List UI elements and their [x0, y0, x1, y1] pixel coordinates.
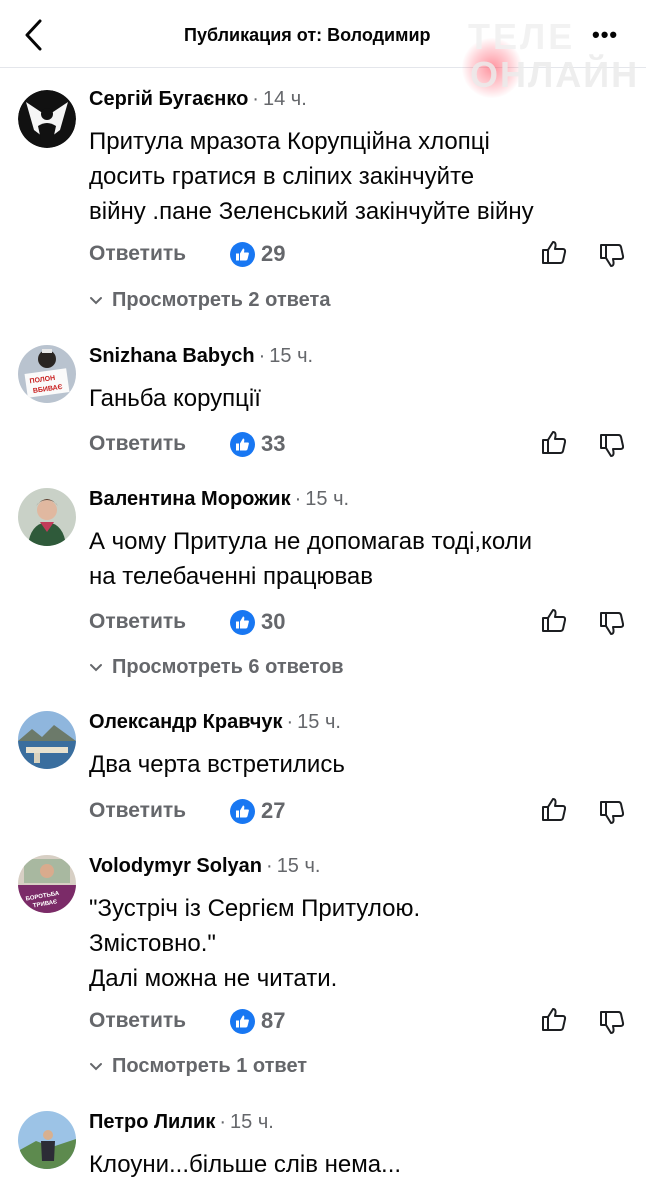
avatar[interactable]: [18, 1111, 76, 1169]
like-reaction-icon: [230, 799, 255, 824]
comment-actions: Ответить 29: [89, 238, 629, 272]
comment-item: БОРОТЬБА ТРИВАЄ Volodymyr Solyan · 15 ч. "…: [0, 855, 646, 1085]
comment-actions: Ответить 87: [89, 1005, 629, 1039]
author-name[interactable]: Петро Лилик: [89, 1111, 215, 1133]
avatar[interactable]: [18, 488, 76, 546]
author-name[interactable]: Олександр Кравчук: [89, 711, 282, 733]
comment-item: Петро Лилик · 15 ч. Клоуни...більше слів н…: [0, 1111, 646, 1200]
like-count[interactable]: 29: [261, 241, 285, 267]
author-name[interactable]: Сергій Бугаєнко: [89, 88, 248, 110]
comment-text: Клоуни...більше слів нема...: [89, 1147, 401, 1182]
avatar[interactable]: БОРОТЬБА ТРИВАЄ: [18, 855, 76, 913]
separator-dot: ·: [219, 1111, 227, 1133]
like-count[interactable]: 30: [261, 609, 285, 635]
comment-header: Петро Лилик · 15 ч.: [89, 1111, 274, 1134]
separator-dot: ·: [258, 345, 266, 367]
timestamp[interactable]: 14 ч.: [263, 88, 307, 110]
thumbs-down-icon[interactable]: [597, 797, 627, 827]
timestamp[interactable]: 15 ч.: [230, 1111, 274, 1133]
comment-line: досить гратися в сліпих закінчуйте: [89, 163, 475, 190]
comment-actions: Ответить 33: [89, 428, 629, 462]
chevron-down-icon: [89, 656, 103, 679]
like-count[interactable]: 87: [261, 1008, 285, 1034]
chevron-left-icon: [25, 19, 42, 51]
comment-line: Змістовно.": [89, 930, 216, 957]
author-name[interactable]: Валентина Морожик: [89, 488, 291, 510]
comment-header: Сергій Бугаєнко · 14 ч.: [89, 88, 307, 111]
comment-line: Далі можна не читати.: [89, 965, 338, 992]
timestamp[interactable]: 15 ч.: [305, 488, 349, 510]
timestamp[interactable]: 15 ч.: [297, 711, 341, 733]
view-replies-link[interactable]: Просмотреть 6 ответов: [89, 656, 344, 679]
comment-text: А чому Притула не допомагав тоді,коли на…: [89, 524, 532, 594]
comment-line: війну .пане Зеленський закінчуйте війну: [89, 198, 534, 225]
thumbs-down-icon[interactable]: [597, 608, 627, 638]
reply-button[interactable]: Ответить: [89, 242, 186, 266]
thumbs-up-icon[interactable]: [539, 606, 569, 636]
top-bar: Публикация от: Володимир ТЕЛЕ ОНЛАЙН •••: [0, 0, 646, 98]
timestamp[interactable]: 15 ч.: [277, 855, 321, 877]
back-button[interactable]: [18, 16, 52, 54]
view-replies-link[interactable]: Просмотреть 2 ответа: [89, 289, 330, 312]
comment-line: Ганьба корупції: [89, 385, 261, 412]
avatar[interactable]: ПОЛОН ВБИВАЄ: [18, 345, 76, 403]
comment-actions: Ответить 27: [89, 795, 629, 829]
separator-dot: ·: [294, 488, 302, 510]
comment-header: Валентина Морожик · 15 ч.: [89, 488, 349, 511]
like-reaction-icon: [230, 610, 255, 635]
avatar[interactable]: [18, 711, 76, 769]
comment-actions: Ответить 30: [89, 606, 629, 640]
comment-header: Snizhana Babych · 15 ч.: [89, 345, 313, 368]
comment-line: на телебаченні працював: [89, 563, 374, 590]
thumbs-up-icon[interactable]: [539, 1005, 569, 1035]
chevron-down-icon: [89, 1055, 103, 1078]
comment-line: А чому Притула не допомагав тоді,коли: [89, 528, 533, 555]
view-replies-label: Посмотреть 1 ответ: [112, 1055, 308, 1077]
comment-line: Клоуни...більше слів нема...: [89, 1151, 402, 1178]
author-name[interactable]: Snizhana Babych: [89, 345, 255, 367]
like-reaction-icon: [230, 1009, 255, 1034]
timestamp[interactable]: 15 ч.: [269, 345, 313, 367]
comment-line: Притула мразота Корупційна хлопці: [89, 128, 490, 155]
thumbs-down-icon[interactable]: [597, 1007, 627, 1037]
like-count[interactable]: 27: [261, 798, 285, 824]
reply-button[interactable]: Ответить: [89, 1009, 186, 1033]
like-count[interactable]: 33: [261, 431, 285, 457]
comment-text: Притула мразота Корупційна хлопці досить…: [89, 124, 534, 229]
comment-item: Валентина Морожик · 15 ч. А чому Притула н…: [0, 488, 646, 688]
channel-watermark: ТЕЛЕ ОНЛАЙН: [448, 6, 637, 98]
chevron-down-icon: [89, 289, 103, 312]
watermark-line-1: ТЕЛЕ: [468, 16, 576, 57]
thumbs-down-icon[interactable]: [597, 430, 627, 460]
page-title: Публикация от: Володимир: [184, 25, 431, 45]
comment-item: Сергій Бугаєнко · 14 ч. Притула мразота Ко…: [0, 88, 646, 318]
comment-text: Ганьба корупції: [89, 381, 261, 416]
comment-line: Два черта встретились: [89, 751, 345, 778]
separator-dot: ·: [266, 855, 273, 877]
thumbs-down-icon[interactable]: [597, 240, 627, 270]
view-replies-label: Просмотреть 6 ответов: [112, 656, 344, 678]
comment-header: Олександр Кравчук · 15 ч.: [89, 711, 341, 734]
reply-button[interactable]: Ответить: [89, 432, 186, 456]
like-reaction-icon: [230, 432, 255, 457]
comment-header: Volodymyr Solyan · 15 ч.: [89, 855, 320, 878]
thumbs-up-icon[interactable]: [539, 238, 569, 268]
separator-dot: ·: [286, 711, 294, 733]
thumbs-up-icon[interactable]: [539, 428, 569, 458]
author-name[interactable]: Volodymyr Solyan: [89, 855, 262, 877]
avatar[interactable]: [18, 90, 76, 148]
view-replies-label: Просмотреть 2 ответа: [112, 289, 331, 311]
comment-text: Два черта встретились: [89, 747, 345, 782]
view-replies-link[interactable]: Посмотреть 1 ответ: [89, 1055, 307, 1078]
like-reaction-icon: [230, 242, 255, 267]
more-options-button[interactable]: •••: [592, 22, 618, 48]
separator-dot: ·: [252, 88, 259, 110]
thumbs-up-icon[interactable]: [539, 795, 569, 825]
comment-item: Олександр Кравчук · 15 ч. Два черта встрет…: [0, 711, 646, 831]
comment-line: "Зустріч із Сергієм Притулою.: [89, 895, 421, 922]
comment-text: "Зустріч із Сергієм Притулою. Змістовно.…: [89, 891, 420, 996]
reply-button[interactable]: Ответить: [89, 610, 186, 634]
reply-button[interactable]: Ответить: [89, 799, 186, 823]
comment-item: ПОЛОН ВБИВАЄ Snizhana Babych · 15 ч. Ганьб…: [0, 345, 646, 465]
